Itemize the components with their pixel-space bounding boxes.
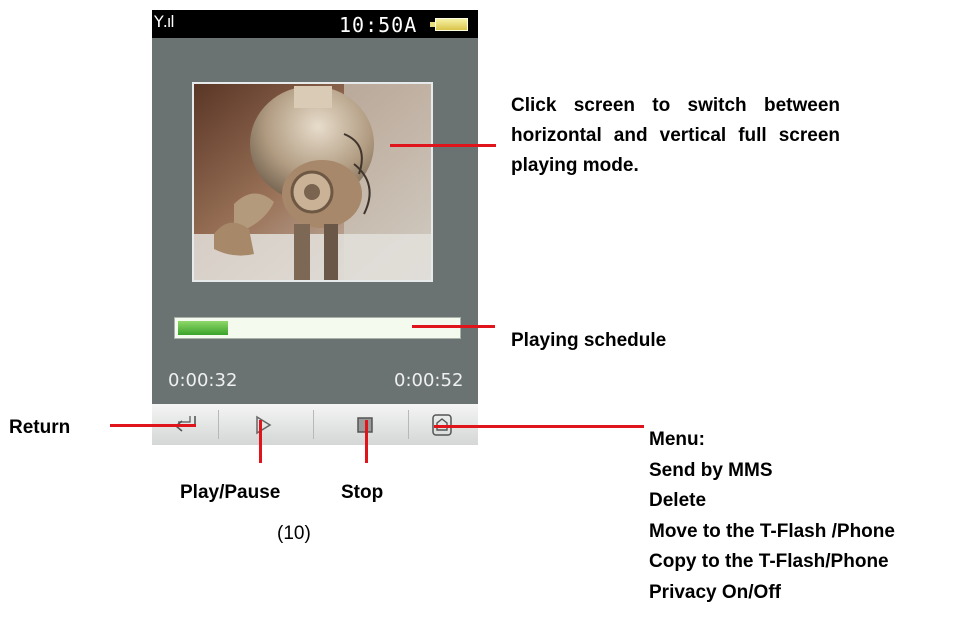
current-time: 0:00:32 <box>168 370 238 391</box>
play-button[interactable] <box>233 404 293 445</box>
play-pause-label: Play/Pause <box>180 482 281 503</box>
signal-strength-icon: Υ.ıl <box>154 12 175 31</box>
toolbar-divider <box>408 410 409 439</box>
menu-item-delete: Delete <box>649 490 707 511</box>
video-frame[interactable] <box>192 82 433 282</box>
menu-item-move: Move to the T-Flash /Phone <box>649 520 895 542</box>
progress-callout-line <box>412 325 495 328</box>
menu-callout-line <box>434 425 644 428</box>
return-label: Return <box>9 417 71 438</box>
return-callout-line <box>110 424 196 427</box>
video-callout-line <box>390 144 496 147</box>
video-thumbnail-image <box>194 84 431 280</box>
playback-progress-bar[interactable] <box>174 317 461 339</box>
battery-icon <box>430 18 470 31</box>
play-icon <box>256 415 272 434</box>
menu-item-send-mms: Send by MMS <box>649 459 773 481</box>
status-bar: Υ.ıl 10:50A <box>152 10 478 38</box>
menu-item-copy: Copy to the T-Flash/Phone <box>649 551 889 572</box>
menu-title: Menu: <box>649 429 705 450</box>
phone-screen: Υ.ıl 10:50A 0:00:32 0:00:52 <box>152 10 478 445</box>
player-toolbar <box>152 404 478 445</box>
progress-fill <box>178 321 228 335</box>
total-time: 0:00:52 <box>394 370 464 391</box>
menu-item-privacy: Privacy On/Off <box>649 581 781 603</box>
toolbar-divider <box>218 410 219 439</box>
toolbar-divider <box>313 410 314 439</box>
figure-caption: (10) <box>277 523 311 544</box>
status-clock: 10:50A <box>339 13 418 37</box>
video-annotation: Click screen to switch between horizonta… <box>511 95 840 176</box>
progress-annotation: Playing schedule <box>511 330 667 351</box>
menu-annotation: Menu: Send by MMS Delete Move to the T-F… <box>649 425 895 608</box>
stop-label: Stop <box>341 482 384 503</box>
stop-callout-line <box>365 420 368 463</box>
play-callout-line <box>259 420 262 463</box>
